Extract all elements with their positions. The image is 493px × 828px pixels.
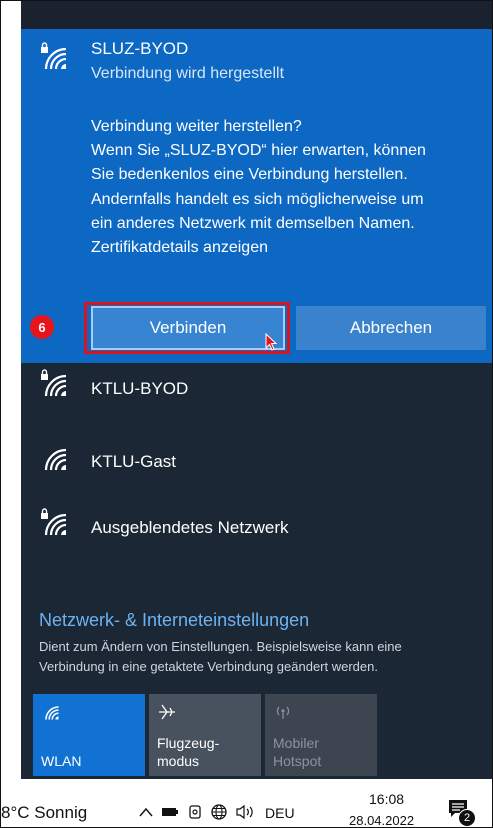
screenshot-frame: SLUZ-BYOD Verbindung wird hergestellt Ve…: [0, 0, 493, 828]
prompt-line: Andernfalls handelt es sich möglicherwei…: [91, 190, 424, 208]
airplane-icon: [159, 704, 175, 720]
input-language[interactable]: DEU: [265, 805, 295, 821]
prompt-line: Wenn Sie „SLUZ-BYOD“ hier erwarten, könn…: [91, 142, 426, 160]
airplane-label-line: Flugzeug-: [157, 735, 220, 751]
cancel-button[interactable]: Abbrechen: [296, 306, 486, 350]
network-globe-icon[interactable]: [210, 803, 228, 821]
mobile-hotspot-tile[interactable]: Mobiler Hotspot: [265, 694, 377, 776]
settings-desc-line: Verbindung in eine getaktete Verbindung …: [39, 659, 378, 674]
hotspot-icon: [276, 706, 290, 719]
network-item-hidden[interactable]: Ausgeblendetes Netzwerk: [91, 518, 289, 538]
wifi-icon: [45, 706, 59, 720]
clock-date[interactable]: 28.04.2022: [349, 813, 414, 827]
selected-network-ssid: SLUZ-BYOD: [91, 39, 189, 58]
settings-desc-line: Dient zum Ändern von Einstellungen. Beis…: [39, 639, 402, 654]
selected-network-status: Verbindung wird hergestellt: [91, 65, 285, 82]
mouse-cursor-icon: [265, 333, 278, 351]
certificate-details-link[interactable]: Zertifikatdetails anzeigen: [91, 236, 481, 260]
network-settings-link[interactable]: Netzwerk- & Interneteinstellungen: [39, 610, 309, 631]
airplane-mode-label: Flugzeug- modus: [157, 734, 219, 770]
network-settings-description: Dient zum Ändern von Einstellungen. Beis…: [39, 637, 479, 677]
prompt-line: ein anderes Netzwerk mit demselben Namen…: [91, 214, 415, 232]
hotspot-label-line: Hotspot: [273, 753, 322, 769]
speaker-icon[interactable]: [235, 803, 257, 821]
secured-wifi-icon: [41, 508, 67, 536]
network-item-ktlu-gast[interactable]: KTLU-Gast: [91, 452, 176, 472]
highlight-box: [84, 302, 290, 354]
wlan-tile-label: WLAN: [41, 753, 82, 769]
network-item-ktlu-byod[interactable]: KTLU-BYOD: [91, 379, 188, 399]
wlan-toggle-tile[interactable]: WLAN: [33, 694, 145, 776]
connection-prompt: Verbindung weiter herstellen? Wenn Sie „…: [91, 115, 481, 260]
clock-time[interactable]: 16:08: [369, 791, 404, 807]
secured-wifi-icon: [41, 369, 67, 397]
secured-wifi-icon: [41, 42, 67, 70]
airplane-label-line: modus: [157, 753, 200, 769]
hotspot-label: Mobiler Hotspot: [273, 734, 321, 770]
wifi-icon: [44, 448, 67, 471]
prompt-line: Sie bedenkenlos eine Verbindung herstell…: [91, 166, 408, 184]
device-icon[interactable]: [187, 804, 203, 820]
weather-widget[interactable]: 8°C Sonnig: [1, 803, 87, 823]
step-marker: 6: [30, 315, 54, 339]
prompt-line: Verbindung weiter herstellen?: [91, 118, 302, 135]
chevron-up-icon[interactable]: [138, 805, 154, 819]
hotspot-label-line: Mobiler: [273, 735, 319, 751]
battery-icon[interactable]: [161, 806, 179, 818]
taskbar: 8°C Sonnig DEU 16:08 28.04.2022 2: [1, 779, 492, 827]
airplane-mode-tile[interactable]: Flugzeug- modus: [149, 694, 261, 776]
notification-count-badge: 2: [458, 809, 476, 827]
flyout-top-strip: [21, 1, 492, 29]
